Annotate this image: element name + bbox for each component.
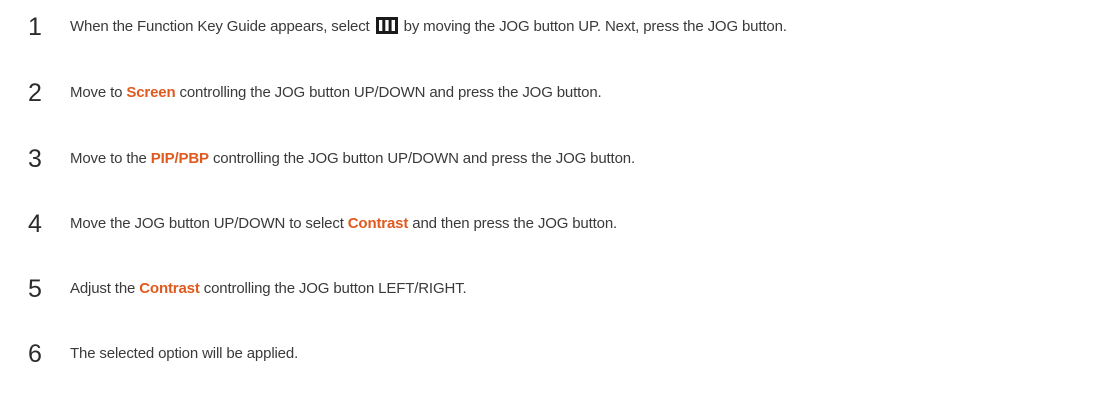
menu-icon: [375, 10, 398, 50]
step-number: 6: [28, 340, 42, 368]
step-text-before: Move to: [70, 84, 123, 101]
step-number: 1: [28, 13, 42, 41]
step-text-after: controlling the JOG button UP/DOWN and p…: [212, 150, 635, 167]
menu-option-contrast: Contrast: [347, 215, 409, 232]
step-number: 4: [28, 210, 42, 238]
menu-option-contrast: Contrast: [139, 280, 200, 297]
step-text-before: The selected option will be applied.: [70, 345, 299, 362]
step-text-after: by moving the JOG button UP. Next, press…: [403, 18, 787, 35]
menu-option-screen: Screen: [126, 84, 176, 101]
step-6: 6 The selected option will be applied.: [0, 334, 1106, 374]
step-text-before: Move to the: [70, 150, 147, 167]
step-text-after: controlling the JOG button LEFT/RIGHT.: [203, 280, 467, 297]
instruction-steps: 1 When the Function Key Guide appears, s…: [0, 0, 1106, 403]
step-text: Move the JOG button UP/DOWN to select Co…: [70, 204, 617, 244]
step-text: Move to the PIP/PBP controlling the JOG …: [70, 139, 635, 179]
step-3: 3 Move to the PIP/PBP controlling the JO…: [0, 139, 1106, 179]
step-number: 2: [28, 79, 42, 107]
step-text: The selected option will be applied.: [70, 334, 298, 374]
step-text-before: Adjust the: [70, 280, 136, 297]
step-4: 4 Move the JOG button UP/DOWN to select …: [0, 204, 1106, 244]
step-1: 1 When the Function Key Guide appears, s…: [0, 7, 1106, 47]
step-5: 5 Adjust the Contrast controlling the JO…: [0, 269, 1106, 309]
step-text: Move to Screen controlling the JOG butto…: [70, 73, 602, 113]
step-text-after: and then press the JOG button.: [412, 215, 618, 232]
step-text-before: Move the JOG button UP/DOWN to select: [70, 215, 344, 232]
step-text: Adjust the Contrast controlling the JOG …: [70, 269, 467, 309]
step-number: 5: [28, 275, 42, 303]
step-2: 2 Move to Screen controlling the JOG but…: [0, 73, 1106, 113]
step-text: When the Function Key Guide appears, sel…: [70, 7, 787, 50]
step-number: 3: [28, 145, 42, 173]
step-text-after: controlling the JOG button UP/DOWN and p…: [179, 84, 602, 101]
step-text-before: When the Function Key Guide appears, sel…: [70, 18, 370, 35]
menu-option-pip-pbp: PIP/PBP: [150, 150, 209, 167]
